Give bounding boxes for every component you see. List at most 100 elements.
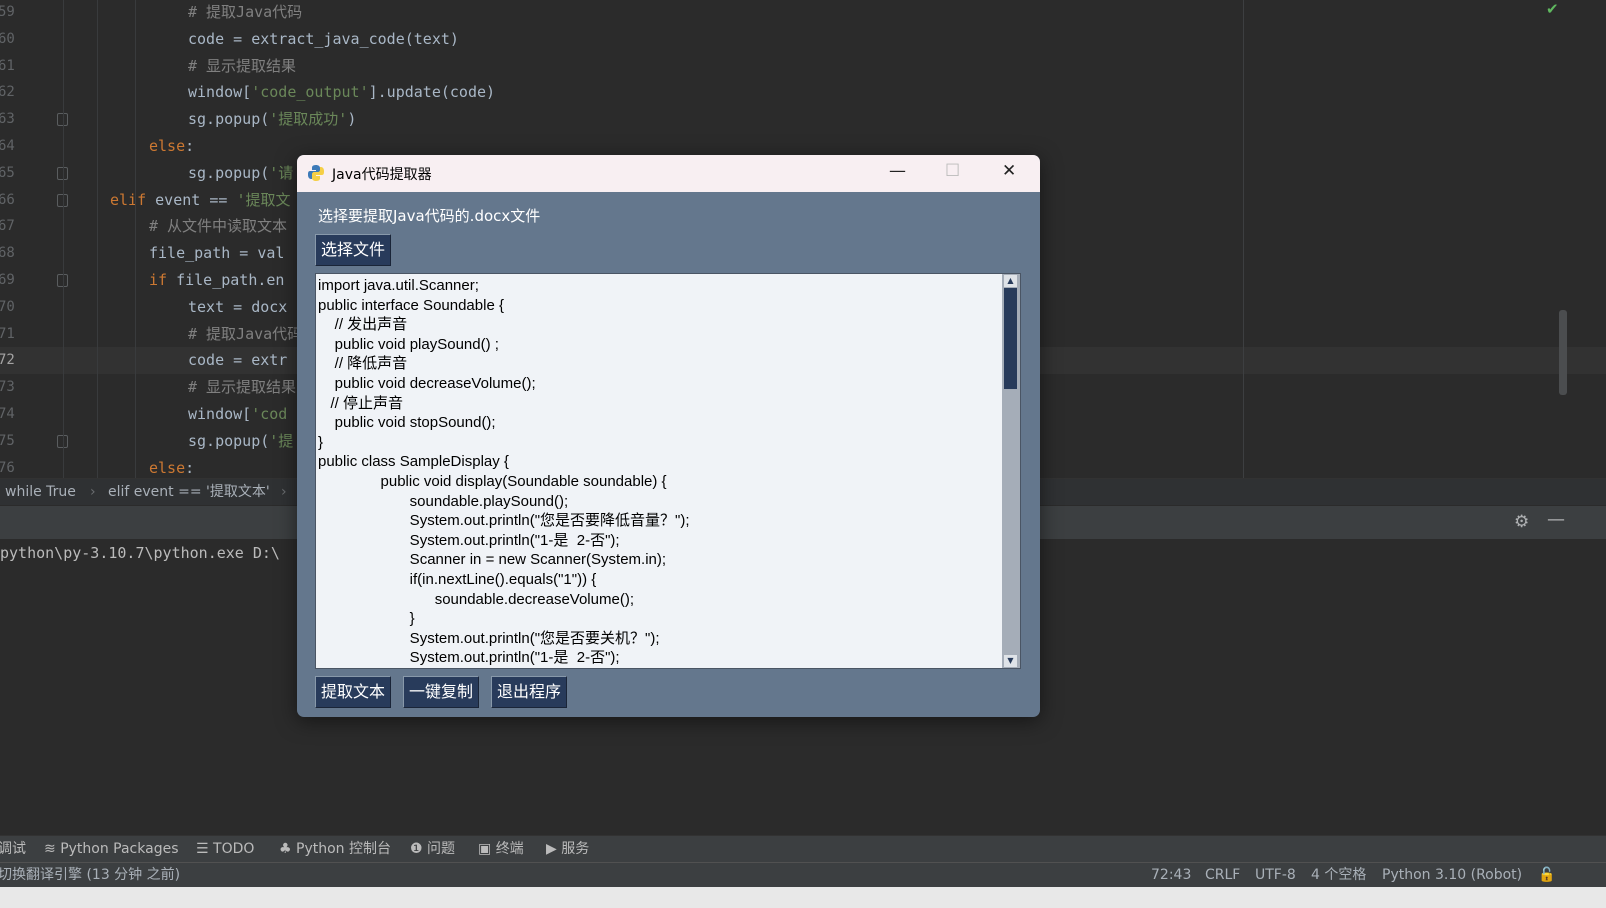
tool-todo[interactable]: ☰ TODO: [196, 836, 254, 863]
code-token: if: [149, 271, 168, 289]
indent-guide: [135, 0, 136, 478]
code-text: sg.popup('提: [188, 428, 293, 455]
code-line[interactable]: 63 sg.popup('提取成功'): [0, 106, 1606, 133]
line-number: 72: [0, 352, 15, 369]
copy-all-button[interactable]: 一键复制: [403, 676, 480, 708]
code-token: sg.popup(: [188, 431, 270, 450]
python-icon: ♣: [279, 841, 297, 857]
status-message[interactable]: 切换翻译引擎 (13 分钟 之前): [0, 863, 180, 887]
code-token: '提取成功': [269, 110, 348, 129]
line-number: 60: [0, 30, 15, 47]
line-number: 59: [0, 4, 15, 20]
scroll-up-arrow-icon[interactable]: ▲: [1004, 275, 1017, 287]
code-token: code = extr: [188, 351, 288, 370]
dialog-titlebar[interactable]: Java代码提取器 — ☐ ✕: [297, 155, 1040, 192]
code-token: '请: [269, 163, 294, 182]
taskbar-edge: [0, 887, 1606, 908]
tool-debug[interactable]: 调试: [0, 836, 26, 863]
right-margin-line: [1243, 0, 1244, 478]
scroll-down-arrow-icon[interactable]: ▼: [1004, 655, 1017, 667]
inspection-ok-icon[interactable]: ✔: [1546, 0, 1559, 18]
status-bar: 切换翻译引擎 (13 分钟 之前) 72:43 CRLF UTF-8 4 个空格…: [0, 862, 1606, 887]
interpreter-selector[interactable]: Python 3.10 (Robot): [1382, 863, 1522, 887]
code-token: elif: [110, 190, 147, 209]
code-token: window[: [188, 83, 252, 102]
exit-program-button[interactable]: 退出程序: [491, 676, 568, 708]
lock-icon[interactable]: 🔓: [1538, 863, 1555, 887]
line-number: 68: [0, 245, 15, 262]
code-text: code = extract_java_code(text): [188, 26, 459, 53]
code-text: sg.popup('提取成功'): [188, 106, 356, 133]
maximize-button[interactable]: ☐: [945, 161, 960, 181]
code-text: # 提取Java代码: [188, 0, 302, 26]
breadcrumb-item[interactable]: elif event == '提取文本': [108, 479, 270, 505]
code-token: :: [185, 137, 195, 155]
line-separator[interactable]: CRLF: [1205, 863, 1240, 887]
code-text: elif event == '提取文: [110, 187, 290, 214]
code-token: ].update(code): [368, 83, 496, 102]
textarea-scrollbar[interactable]: ▲ ▼: [1002, 274, 1020, 668]
minimize-button[interactable]: —: [889, 161, 906, 181]
tool-terminal[interactable]: ▣ 终端: [478, 836, 524, 863]
scrollbar-thumb[interactable]: [1004, 288, 1017, 389]
choose-file-button[interactable]: 选择文件: [315, 234, 392, 266]
dialog-title: Java代码提取器: [332, 167, 432, 183]
code-text: # 从文件中读取文本: [149, 213, 287, 240]
indent-setting[interactable]: 4 个空格: [1311, 863, 1366, 887]
line-number: 73: [0, 379, 15, 396]
code-text: file_path = val: [149, 240, 284, 267]
code-token: file_path = val: [149, 244, 285, 263]
code-text: # 显示提取结果: [188, 374, 296, 401]
prompt-label: 选择要提取Java代码的.docx文件: [318, 207, 541, 225]
tool-python-packages[interactable]: ≋ Python Packages: [44, 836, 179, 863]
code-token: file_path.en: [167, 271, 285, 289]
breadcrumb-separator-icon: ›: [90, 484, 96, 500]
line-number: 63: [0, 111, 15, 128]
close-button[interactable]: ✕: [1002, 161, 1016, 181]
line-number: 61: [0, 57, 15, 74]
tool-services[interactable]: ▶ 服务: [546, 836, 589, 863]
code-line[interactable]: 61 # 显示提取结果: [0, 53, 1606, 80]
breadcrumb-separator-icon: ›: [281, 484, 287, 500]
layers-icon: ≋: [44, 841, 61, 857]
code-text: code = extr: [188, 347, 287, 374]
tool-python-console[interactable]: ♣ Python 控制台: [279, 836, 391, 863]
code-text: window['code_output'].update(code): [188, 79, 495, 106]
code-line[interactable]: 59 # 提取Java代码: [0, 0, 1606, 26]
python-logo-icon: [308, 165, 324, 181]
file-encoding[interactable]: UTF-8: [1255, 863, 1296, 887]
code-token: '提: [269, 431, 294, 450]
code-token: sg.popup(: [188, 110, 270, 129]
terminal-icon: ▣: [478, 841, 496, 857]
code-text: window['cod: [188, 401, 287, 428]
code-token: # 提取Java代码: [188, 3, 303, 21]
code-line[interactable]: 60 code = extract_java_code(text): [0, 26, 1606, 53]
breadcrumb-item[interactable]: while True: [5, 479, 76, 505]
code-line[interactable]: 62 window['code_output'].update(code): [0, 79, 1606, 106]
code-token: # 显示提取结果: [188, 378, 297, 397]
code-token: sg.popup(: [188, 163, 270, 182]
line-number: 69: [0, 272, 15, 288]
line-number: 75: [0, 432, 15, 449]
play-icon: ▶: [546, 841, 562, 857]
line-number: 71: [0, 325, 15, 342]
code-token: # 从文件中读取文本: [149, 217, 288, 236]
editor-scrollbar[interactable]: [1559, 310, 1567, 395]
code-token: 'code_output': [251, 83, 369, 102]
minimize-panel-icon[interactable]: —: [1547, 509, 1565, 530]
caret-position[interactable]: 72:43: [1151, 863, 1191, 887]
tool-problems[interactable]: ❶ 问题: [410, 836, 455, 863]
code-token: # 显示提取结果: [188, 56, 297, 75]
code-token: '提取文: [236, 190, 291, 209]
code-text: sg.popup('请: [188, 160, 293, 187]
code-output-textarea[interactable]: import java.util.Scanner; public interfa…: [315, 273, 1021, 669]
code-text: else:: [149, 133, 194, 160]
line-number: 65: [0, 164, 15, 181]
code-token: text = docx: [188, 297, 288, 316]
line-number: 66: [0, 191, 15, 208]
extract-text-button[interactable]: 提取文本: [315, 676, 392, 708]
code-text: if file_path.en: [149, 267, 284, 294]
code-token: else: [149, 458, 186, 477]
gear-icon[interactable]: ⚙: [1514, 512, 1529, 532]
code-token: ): [347, 110, 357, 129]
